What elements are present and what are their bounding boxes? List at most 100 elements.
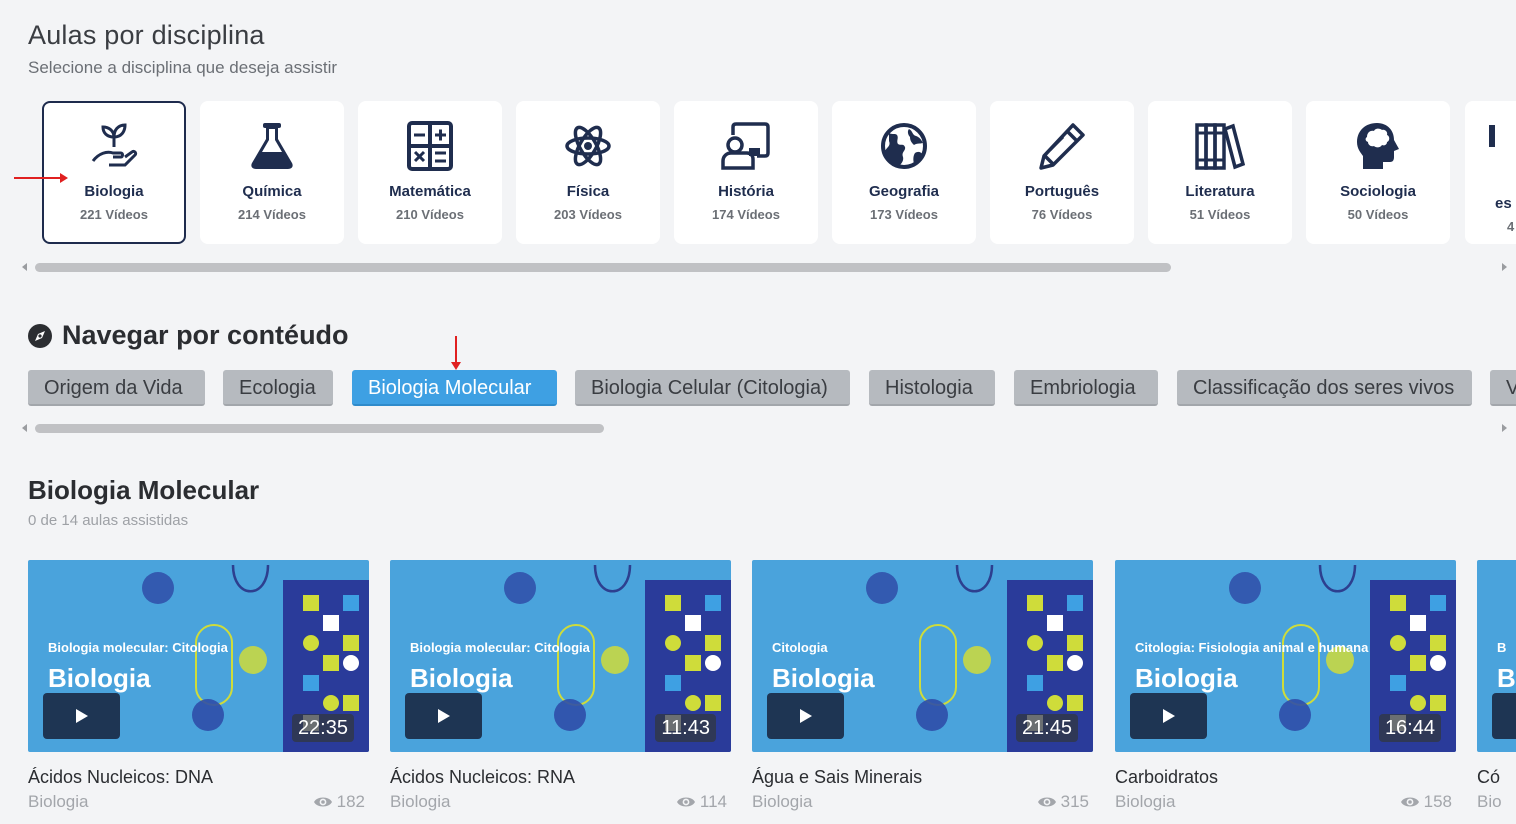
scroll-left-arrow-icon[interactable]: [22, 263, 27, 271]
eye-icon: [1400, 797, 1419, 807]
video-thumbnail[interactable]: Citologia Biologia 21:45: [752, 560, 1093, 752]
video-thumbnail[interactable]: Biologia molecular: Citologia Biologia 2…: [28, 560, 369, 752]
play-button[interactable]: [1130, 693, 1207, 739]
discipline-count: 214 Vídeos: [238, 207, 306, 222]
thumbnail-subtitle: Citologia: Fisiologia animal e humana: [1135, 640, 1369, 655]
discipline-card-geografia[interactable]: Geografia 173 Vídeos: [832, 101, 976, 244]
video-subject: Biologia: [1115, 792, 1176, 811]
content-chips: Origem da Vida Ecologia Biologia Molecul…: [28, 370, 1516, 408]
video-thumbnail[interactable]: Citologia: Fisiologia animal e humana Bi…: [1115, 560, 1456, 752]
video-card[interactable]: Citologia Biologia 21:45 Água e Sais Min…: [752, 560, 1093, 811]
video-subject: Biologia: [752, 792, 813, 811]
discipline-card-quimica[interactable]: Química 214 Vídeos: [200, 101, 344, 244]
video-subject: Biologia: [28, 792, 89, 811]
view-count: 158: [1423, 792, 1452, 811]
video-thumbnail[interactable]: B B: [1477, 560, 1516, 752]
discipline-name: es: [1495, 195, 1512, 212]
discipline-count: 174 Vídeos: [712, 207, 780, 222]
scrollbar-thumb[interactable]: [35, 424, 604, 433]
flask-icon: [251, 123, 293, 169]
video-views: 315: [1037, 792, 1089, 812]
play-button[interactable]: [43, 693, 120, 739]
discipline-card-matematica[interactable]: Matemática 210 Vídeos: [358, 101, 502, 244]
partial-icon: [1489, 125, 1495, 147]
scroll-left-arrow-icon[interactable]: [22, 424, 27, 432]
discipline-name: Português: [1024, 183, 1100, 200]
chips-scrollbar[interactable]: [20, 424, 1510, 433]
video-views: 114: [676, 792, 727, 812]
chip-partial[interactable]: V: [1490, 370, 1516, 406]
section-title: Biologia Molecular: [28, 475, 260, 505]
chip-origem-da-vida[interactable]: Origem da Vida: [28, 370, 205, 406]
discipline-count: 50 Vídeos: [1347, 207, 1409, 222]
view-count: 114: [699, 792, 727, 811]
chip-ecologia[interactable]: Ecologia: [223, 370, 333, 406]
compass-icon: [28, 323, 52, 348]
thumbnail-title: Biologia: [772, 663, 875, 693]
discipline-scrollbar[interactable]: [20, 263, 1510, 272]
video-title[interactable]: Ácidos Nucleicos: RNA: [390, 767, 575, 788]
video-thumbnail[interactable]: Biologia molecular: Citologia Biologia 1…: [390, 560, 731, 752]
discipline-name: Literatura: [1185, 183, 1255, 200]
eye-icon: [313, 797, 332, 807]
video-duration: 16:44: [1378, 714, 1441, 742]
thumbnail-subtitle: Citologia: [772, 640, 828, 655]
play-button[interactable]: [767, 693, 844, 739]
video-card-partial[interactable]: B B Có Bio: [1477, 560, 1516, 811]
thumbnail-subtitle: B: [1497, 640, 1507, 655]
video-title[interactable]: Água e Sais Minerais: [752, 767, 922, 788]
video-subject: Bio: [1477, 792, 1502, 811]
thumbnail-title: Biologia: [410, 663, 513, 693]
discipline-name: Sociologia: [1340, 183, 1416, 200]
discipline-name: Biologia: [84, 183, 144, 200]
discipline-count: 76 Vídeos: [1031, 207, 1093, 222]
video-card[interactable]: Citologia: Fisiologia animal e humana Bi…: [1115, 560, 1456, 811]
discipline-count: 173 Vídeos: [870, 207, 938, 222]
view-count: 315: [1060, 792, 1089, 811]
view-count: 182: [336, 792, 365, 811]
chip-embriologia[interactable]: Embriologia: [1014, 370, 1158, 406]
discipline-card-sociologia[interactable]: Sociologia 50 Vídeos: [1306, 101, 1450, 244]
discipline-card-partial[interactable]: es 4: [1465, 101, 1516, 244]
discipline-name: História: [718, 183, 774, 200]
eye-icon: [676, 797, 695, 807]
discipline-count: 51 Vídeos: [1189, 207, 1251, 222]
discipline-name: Física: [566, 183, 610, 200]
scrollbar-thumb[interactable]: [35, 263, 1171, 272]
discipline-card-literatura[interactable]: Literatura 51 Vídeos: [1148, 101, 1292, 244]
video-card[interactable]: Biologia molecular: Citologia Biologia 2…: [28, 560, 369, 811]
thumbnail-title: Biologia: [1135, 663, 1238, 693]
play-button[interactable]: [405, 693, 482, 739]
atom-icon: [565, 125, 611, 167]
chip-histologia[interactable]: Histologia: [869, 370, 995, 406]
video-title[interactable]: Có: [1477, 767, 1500, 788]
video-views: 158: [1400, 792, 1452, 812]
chip-biologia-celular[interactable]: Biologia Celular (Citologia): [575, 370, 850, 406]
discipline-card-fisica[interactable]: Física 203 Vídeos: [516, 101, 660, 244]
discipline-count: 210 Vídeos: [396, 207, 464, 222]
teacher-board-icon: [721, 122, 770, 170]
video-duration: 21:45: [1015, 714, 1078, 742]
video-title[interactable]: Carboidratos: [1115, 767, 1218, 788]
play-button[interactable]: [1492, 693, 1516, 739]
discipline-name: Geografia: [868, 183, 940, 200]
pencil-icon: [1039, 123, 1085, 170]
discipline-carousel: Biologia 221 Vídeos Química 214 Vídeos M…: [42, 101, 1516, 245]
discipline-count: 4: [1507, 219, 1515, 234]
discipline-name: Matemática: [389, 183, 471, 200]
discipline-card-portugues[interactable]: Português 76 Vídeos: [990, 101, 1134, 244]
annotation-arrow-right: [14, 173, 68, 183]
browse-title: Navegar por contéudo: [62, 320, 349, 350]
video-card[interactable]: Biologia molecular: Citologia Biologia 1…: [390, 560, 731, 811]
discipline-count: 221 Vídeos: [80, 207, 148, 222]
annotation-arrow-down: [451, 336, 461, 370]
video-list: Biologia molecular: Citologia Biologia 2…: [28, 560, 1516, 824]
section-progress: 0 de 14 aulas assistidas: [28, 512, 189, 529]
scroll-right-arrow-icon[interactable]: [1502, 424, 1507, 432]
scroll-right-arrow-icon[interactable]: [1502, 263, 1507, 271]
chip-classificacao[interactable]: Classificação dos seres vivos: [1177, 370, 1472, 406]
thumbnail-subtitle: Biologia molecular: Citologia: [410, 640, 590, 655]
discipline-card-historia[interactable]: História 174 Vídeos: [674, 101, 818, 244]
video-title[interactable]: Ácidos Nucleicos: DNA: [28, 767, 213, 788]
chip-biologia-molecular[interactable]: Biologia Molecular: [352, 370, 557, 406]
